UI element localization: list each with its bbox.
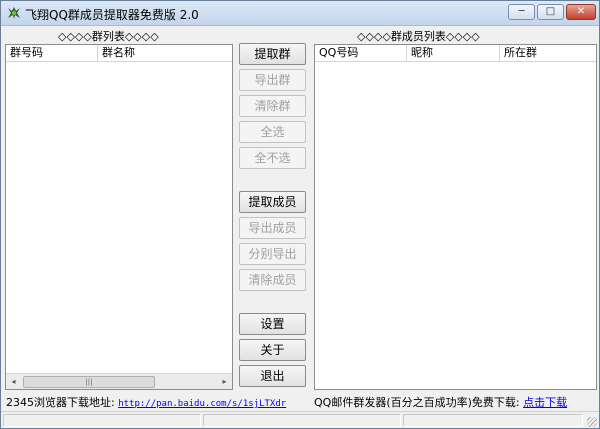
member-list-header: QQ号码 昵称 所在群	[315, 45, 596, 62]
export-members-button[interactable]: 导出成员	[239, 217, 306, 239]
group-list[interactable]: 群号码 群名称 ◂ ||| ▸	[5, 44, 233, 390]
clear-members-button[interactable]: 清除成员	[239, 269, 306, 291]
status-panel-3	[403, 414, 583, 427]
about-button[interactable]: 关于	[239, 339, 306, 361]
member-list[interactable]: QQ号码 昵称 所在群	[314, 44, 597, 390]
export-groups-button[interactable]: 导出群	[239, 69, 306, 91]
group-list-label: ◇◇◇◇群列表◇◇◇◇	[58, 30, 159, 43]
status-panel-2	[203, 414, 401, 427]
select-none-button[interactable]: 全不选	[239, 147, 306, 169]
browser-download-link[interactable]: http://pan.baidu.com/s/1sjLTXdr	[118, 399, 286, 409]
column-group-number[interactable]: 群号码	[6, 45, 98, 61]
extract-groups-button[interactable]: 提取群	[239, 43, 306, 65]
maximize-button[interactable]: □	[537, 4, 564, 20]
app-window: 飞翔QQ群成员提取器免费版 2.0 ─ □ ✕ ◇◇◇◇群列表◇◇◇◇ ◇◇◇◇…	[0, 0, 600, 429]
settings-button[interactable]: 设置	[239, 313, 306, 335]
column-qq-number[interactable]: QQ号码	[315, 45, 407, 61]
browser-download-line: 2345浏览器下载地址: http://pan.baidu.com/s/1sjL…	[6, 394, 286, 410]
column-group-name[interactable]: 群名称	[98, 45, 232, 61]
window-title: 飞翔QQ群成员提取器免费版 2.0	[25, 8, 199, 22]
resize-grip-icon[interactable]	[587, 417, 597, 427]
scrollbar-thumb[interactable]: |||	[23, 376, 155, 388]
mailer-download-line: QQ邮件群发器(百分之百成功率)免费下载: 点击下载	[314, 394, 567, 410]
minimize-button[interactable]: ─	[508, 4, 535, 20]
status-panel-1	[3, 414, 201, 427]
group-list-header: 群号码 群名称	[6, 45, 232, 62]
scroll-right-arrow-icon[interactable]: ▸	[218, 375, 231, 388]
select-all-button[interactable]: 全选	[239, 121, 306, 143]
title-bar[interactable]: 飞翔QQ群成员提取器免费版 2.0 ─ □ ✕	[1, 1, 599, 26]
column-group[interactable]: 所在群	[500, 45, 596, 61]
exit-button[interactable]: 退出	[239, 365, 306, 387]
browser-download-label: 2345浏览器下载地址:	[6, 396, 115, 409]
export-separately-button[interactable]: 分别导出	[239, 243, 306, 265]
app-logo-icon	[8, 7, 20, 19]
mailer-download-label: QQ邮件群发器(百分之百成功率)免费下载:	[314, 396, 520, 409]
column-nickname[interactable]: 昵称	[407, 45, 500, 61]
scroll-left-arrow-icon[interactable]: ◂	[7, 375, 20, 388]
close-button[interactable]: ✕	[566, 4, 596, 20]
extract-members-button[interactable]: 提取成员	[239, 191, 306, 213]
clear-groups-button[interactable]: 清除群	[239, 95, 306, 117]
group-list-hscrollbar[interactable]: ◂ ||| ▸	[6, 373, 232, 389]
status-bar	[1, 411, 599, 428]
member-list-label: ◇◇◇◇群成员列表◇◇◇◇	[357, 30, 480, 43]
mailer-download-link[interactable]: 点击下载	[523, 396, 567, 409]
